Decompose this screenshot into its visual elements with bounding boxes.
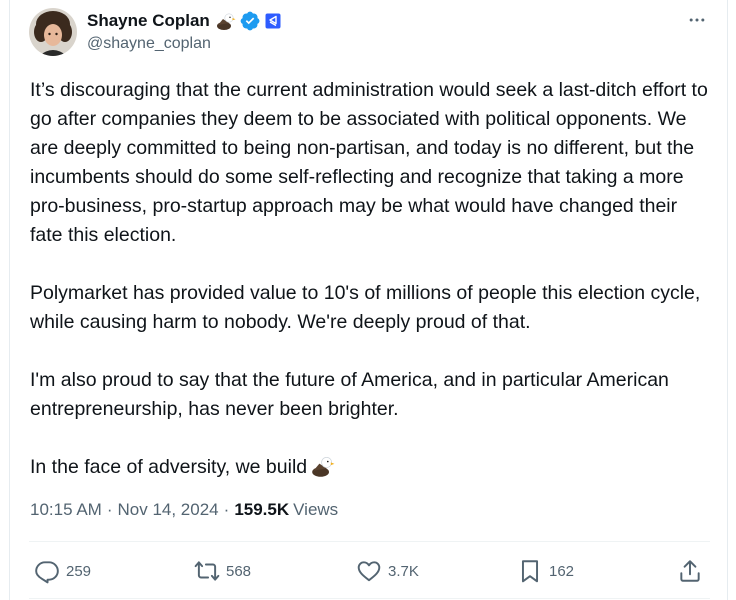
views-label: Views [293, 500, 339, 519]
affiliate-badge-icon[interactable] [265, 13, 281, 29]
eagle-icon [311, 454, 335, 478]
reply-button[interactable]: 259 [34, 556, 91, 586]
repost-count: 568 [226, 562, 252, 580]
more-dots-icon [689, 18, 705, 22]
bookmark-count: 162 [549, 562, 575, 580]
tweet-paragraph: It’s discouraging that the current admin… [30, 79, 708, 246]
bookmark-button[interactable]: 162 [517, 556, 574, 586]
repost-button[interactable]: 568 [194, 556, 251, 586]
more-options-button[interactable] [685, 10, 709, 30]
tweet-time-link[interactable]: 10:15 AM · Nov 14, 2024 [30, 500, 219, 520]
meta-separator: · [223, 500, 230, 519]
repost-icon [194, 561, 220, 581]
heart-icon [357, 561, 381, 582]
tweet-text: It’s discouraging that the current admin… [30, 76, 710, 482]
tweet-paragraph: Polymarket has provided value to 10's of… [30, 282, 701, 333]
author-name-row[interactable]: Shayne Coplan [87, 10, 281, 32]
divider [29, 541, 710, 542]
author-handle[interactable]: @shayne_coplan [87, 35, 211, 53]
meta-separator: · [106, 500, 113, 519]
divider [29, 598, 710, 599]
eagle-icon [216, 11, 236, 31]
verified-badge-icon[interactable] [240, 11, 260, 31]
avatar[interactable] [29, 8, 77, 56]
tweet-meta: 10:15 AM · Nov 14, 2024 · 159.5K Views [30, 498, 338, 522]
share-icon [680, 560, 700, 582]
share-button[interactable] [677, 556, 703, 586]
tweet-date: Nov 14, 2024 [117, 500, 219, 519]
bookmark-icon [521, 560, 539, 583]
tweet-time: 10:15 AM [30, 500, 102, 519]
like-count: 3.7K [388, 562, 419, 580]
author-display-name[interactable]: Shayne Coplan [87, 11, 210, 31]
tweet-paragraph-last: In the face of adversity, we build [30, 453, 710, 482]
views-count[interactable]: 159.5K [234, 500, 289, 520]
reply-icon [35, 561, 59, 584]
reply-count: 259 [66, 562, 92, 580]
tweet-paragraph-text: In the face of adversity, we build [30, 456, 308, 478]
action-bar: 259 568 3.7K 162 [29, 552, 710, 590]
tweet-paragraph: I'm also proud to say that the future of… [30, 369, 669, 420]
like-button[interactable]: 3.7K [356, 556, 419, 586]
